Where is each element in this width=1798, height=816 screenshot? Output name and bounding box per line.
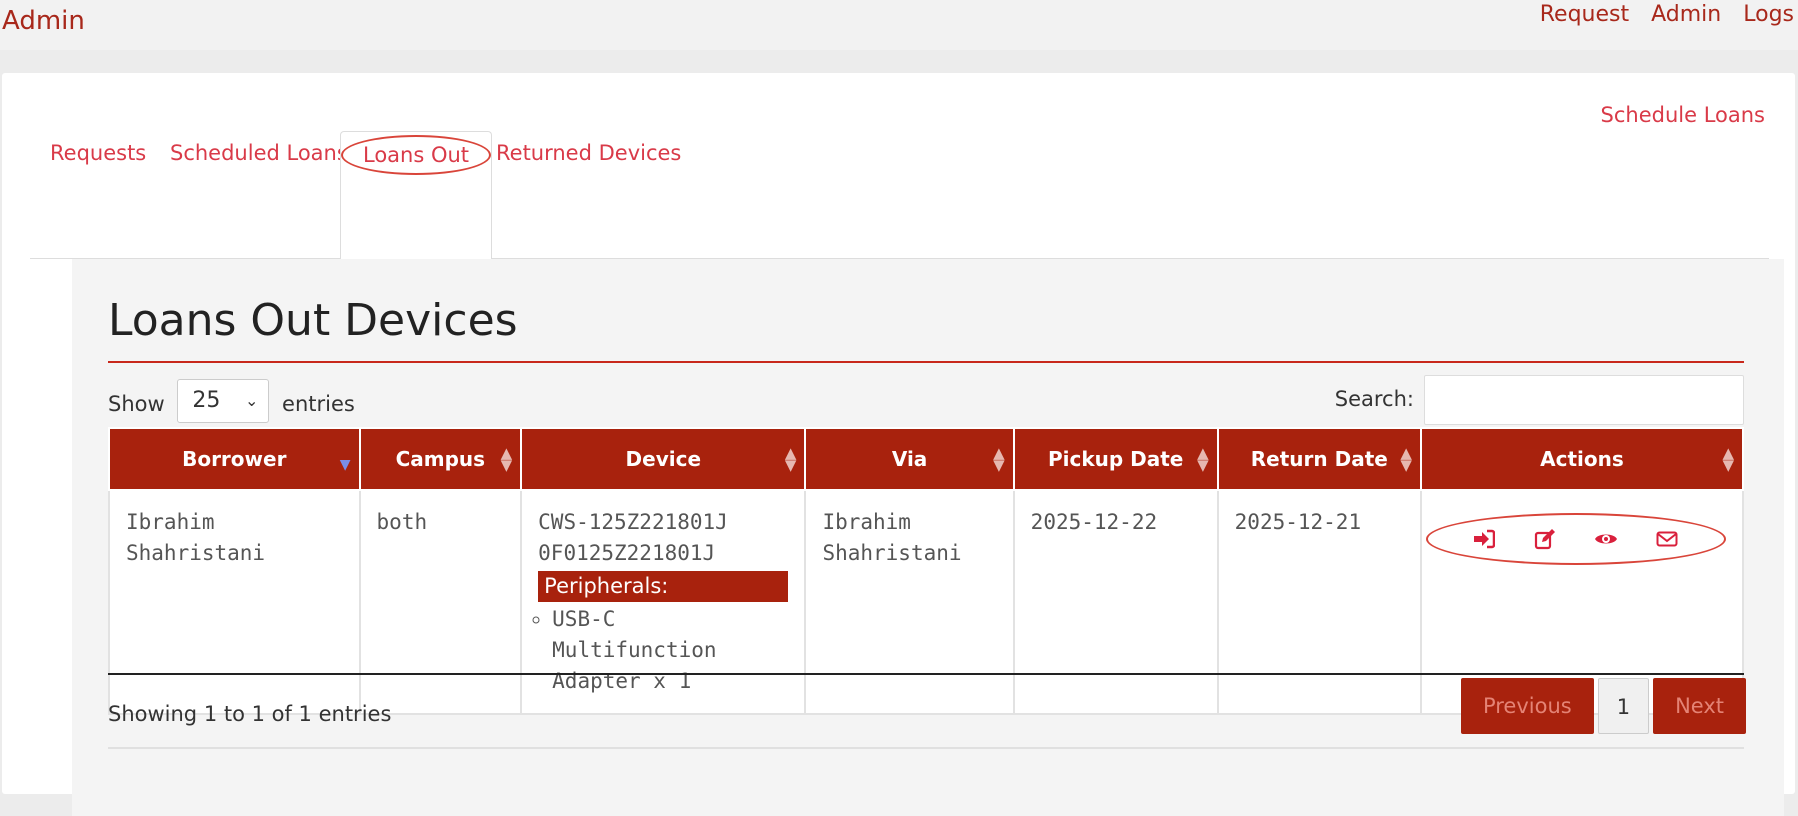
tab-requests[interactable]: Requests [30,131,166,259]
table-bottom-border [108,673,1744,675]
envelope-icon[interactable] [1653,525,1681,553]
tab-loans-out-label: Loans Out [341,135,492,175]
loans-out-panel: Loans Out Devices Show 25 ⌄ entries Sear… [72,259,1784,816]
device-serial: 0F0125Z221801J [538,541,716,565]
cell-borrower: Ibrahim Shahristani [108,489,361,715]
cell-campus: both [358,489,523,715]
nav-logs[interactable]: Logs [1743,2,1794,27]
cell-via: Ibrahim Shahristani [804,489,1015,715]
entries-select-value: 25 [192,388,221,413]
col-pickup-date-label: Pickup Date [1047,447,1184,471]
peripherals-list: USB-C Multifunction Adapter x 1 [538,604,788,697]
col-device[interactable]: Device ▲ ▼ [520,427,807,491]
panel-footer-divider [108,747,1744,749]
actions-group [1425,513,1726,565]
device-id: CWS-125Z221801J [538,510,728,534]
peripherals-label: Peripherals: [538,571,789,602]
tab-scheduled-loans[interactable]: Scheduled Loans [150,131,368,259]
pagination: Previous 1 Next [1460,678,1746,734]
sort-icon: ▲ ▼ [500,444,513,474]
nav-admin[interactable]: Admin [1651,2,1721,27]
sort-icon: ▲ ▼ [1400,444,1412,474]
previous-button[interactable]: Previous [1460,678,1594,734]
col-actions-label: Actions [1540,447,1624,471]
sort-icon: ▲ ▼ [1197,444,1209,474]
search-input[interactable] [1424,375,1744,425]
sort-icon: ▲ ▼ [993,444,1005,474]
top-nav: Request Admin Logs [1540,2,1794,27]
col-device-label: Device [625,447,702,471]
sort-desc-icon: ▼ [339,457,351,473]
schedule-loans-link[interactable]: Schedule Loans [1601,103,1765,127]
page-title: Loans Out Devices [108,295,518,346]
tab-bar: Requests Scheduled Loans Loans Out Retur… [30,131,1784,816]
col-actions[interactable]: Actions ▲ ▼ [1419,427,1745,491]
sort-icon: ▲ ▼ [1722,444,1734,474]
main-card: Schedule Loans Requests Scheduled Loans … [2,73,1795,816]
col-via-label: Via [891,447,928,471]
show-label: Show [108,392,165,416]
col-via[interactable]: Via ▲ ▼ [804,427,1015,491]
col-pickup-date[interactable]: Pickup Date ▲ ▼ [1012,427,1219,491]
page-1-button[interactable]: 1 [1597,678,1650,734]
table-info: Showing 1 to 1 of 1 entries [108,702,392,726]
entries-select[interactable]: 25 ⌄ [177,379,270,423]
peripheral-item: USB-C Multifunction Adapter x 1 [552,604,788,697]
chevron-down-icon: ⌄ [244,391,259,410]
cell-pickup-date: 2025-12-22 [1012,489,1219,715]
entries-length: Show 25 ⌄ entries [108,379,355,423]
title-divider [108,361,1744,363]
loans-table: Borrower ▼ Campus ▲ ▼ Device ▲ ▼ Via ▲ ▼ Pickup… [108,427,1745,715]
sort-icon: ▲ ▼ [784,444,797,474]
edit-icon[interactable] [1531,525,1559,553]
next-button[interactable]: Next [1653,678,1746,734]
search-label: Search: [1334,387,1414,411]
cell-return-date: 2025-12-21 [1216,489,1422,715]
table-toolbar: Show 25 ⌄ entries Search: [108,375,1744,425]
sign-in-icon[interactable] [1470,525,1498,553]
brand-title[interactable]: Admin [2,6,85,36]
table-header-row: Borrower ▼ Campus ▲ ▼ Device ▲ ▼ Via ▲ ▼ Pickup… [108,427,1745,491]
eye-icon[interactable] [1592,525,1620,553]
nav-request[interactable]: Request [1540,2,1629,27]
col-borrower-label: Borrower [182,447,287,471]
col-return-date-label: Return Date [1250,447,1388,471]
top-bar: Admin Request Admin Logs [0,0,1798,50]
tab-loans-out[interactable]: Loans Out [340,131,493,260]
tab-returned-devices[interactable]: Returned Devices [476,131,701,259]
cell-device: CWS-125Z221801J 0F0125Z221801J Periphera… [520,489,807,715]
col-campus[interactable]: Campus ▲ ▼ [358,427,523,491]
entries-label: entries [282,392,355,416]
col-campus-label: Campus [395,447,486,471]
col-borrower[interactable]: Borrower ▼ [108,427,361,491]
col-return-date[interactable]: Return Date ▲ ▼ [1216,427,1422,491]
